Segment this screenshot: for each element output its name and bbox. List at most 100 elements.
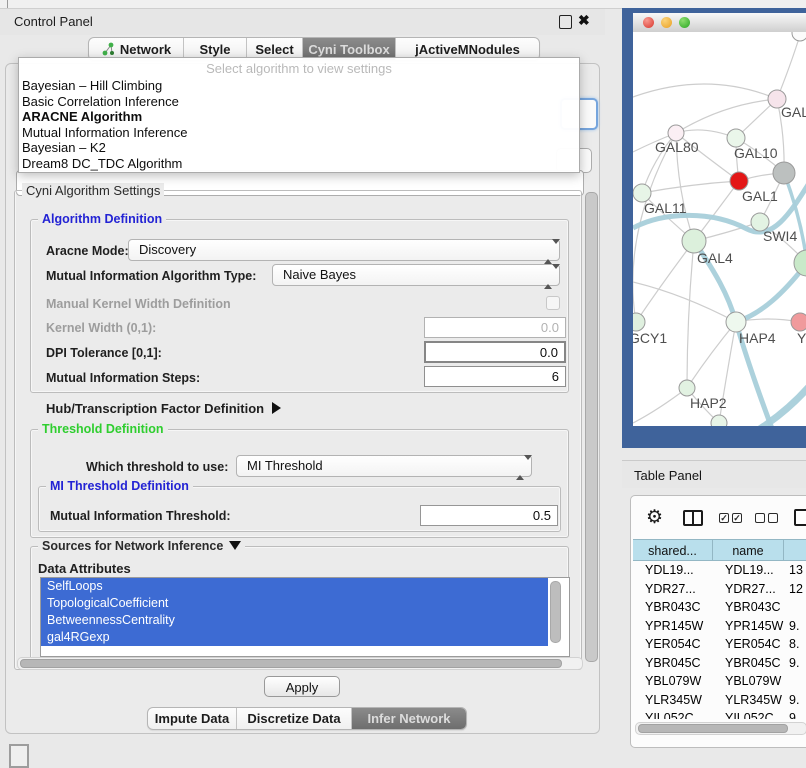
algorithm-dropdown-placeholder: Select algorithm to view settings [19,58,579,78]
control-panel-header: Control Panel ✖ [0,9,605,35]
table-cell [784,672,806,691]
panel-horizontal-scrollbar[interactable] [17,657,583,670]
close-traffic-light-icon[interactable] [643,17,654,28]
network-edge [633,84,777,99]
tab-discretize-data[interactable]: Discretize Data [237,708,352,729]
kernel-width-field[interactable]: 0.0 [424,317,566,338]
apply-button[interactable]: Apply [264,676,340,697]
control-panel: Control Panel ✖ NetworkStyleSelectCyni T… [0,9,605,762]
dpi-tolerance-label: DPI Tolerance [0,1]: [46,346,162,360]
table-cell: YBR043C [633,598,713,617]
network-view-window[interactable]: GALGAL80GAL10GAL1GAL11SWI4GAL4GCY1HAP4YH… [622,8,806,448]
hub-definition-toggle[interactable]: Hub/Transcription Factor Definition [46,401,281,416]
table-cell: YDL19... [713,561,784,580]
minimize-traffic-light-icon[interactable] [661,17,672,28]
float-window-icon[interactable] [559,15,572,29]
mi-threshold-field[interactable]: 0.5 [420,505,558,526]
settings-vertical-scrollbar[interactable] [585,192,598,662]
attribute-list-item[interactable]: BetweennessCentrality [41,612,548,629]
table-cell: 9. [784,617,806,636]
bottom-tabs: Impute DataDiscretize DataInfer Network [147,707,467,730]
deselect-checkboxes-icon[interactable] [755,513,765,523]
table-header-row: shared...name [633,539,806,561]
table-row[interactable]: YDR27...YDR27...12 [633,580,806,599]
network-node[interactable] [773,162,795,184]
which-threshold-combobox[interactable]: MI Threshold [236,455,532,477]
aracne-mode-combobox[interactable]: Discovery [128,239,560,261]
column-header[interactable] [784,539,806,561]
network-node[interactable] [711,415,727,426]
algorithm-option[interactable]: Bayesian – K2 [19,140,579,156]
algorithm-option[interactable]: Mutual Information Inference [19,125,579,141]
network-node-gcy1[interactable] [633,313,645,331]
split-columns-icon[interactable] [683,510,703,526]
attribute-list-item[interactable]: SelfLoops [41,578,548,595]
network-node[interactable] [792,32,806,41]
network-edge [633,388,687,423]
select-all-checkboxes-icon[interactable]: ✓ [732,513,742,523]
network-window-titlebar [633,13,806,33]
network-node[interactable] [794,250,806,276]
network-edge [736,263,806,322]
algorithm-definition-title: Algorithm Definition [38,212,166,226]
table-row[interactable]: YBR045CYBR045C9. [633,654,806,673]
manual-kernel-checkbox[interactable] [546,296,560,310]
mi-steps-label: Mutual Information Steps: [46,371,200,385]
mi-type-combobox[interactable]: Naive Bayes [272,264,560,286]
which-threshold-value: MI Threshold [247,458,323,473]
dpi-tolerance-field[interactable]: 0.0 [424,341,566,363]
table-row[interactable]: YPR145WYPR145W9. [633,617,806,636]
gear-icon[interactable]: ⚙ [646,508,663,527]
sources-title-text: Sources for Network Inference [42,539,223,553]
table-cell: YER054C [713,635,784,654]
table-row[interactable]: YER054CYER054C8. [633,635,806,654]
algorithm-option[interactable]: Basic Correlation Inference [19,94,579,110]
network-node-hap2[interactable] [679,380,695,396]
table-row[interactable]: YBL079WYBL079W [633,672,806,691]
algorithm-option[interactable]: Bayesian – Hill Climbing [19,78,579,94]
column-header[interactable]: shared... [633,539,713,561]
network-edge [687,322,736,388]
algorithm-option[interactable]: Dream8 DC_TDC Algorithm [19,156,579,172]
table-cell: YLR345W [713,691,784,710]
network-edge [687,241,694,388]
mi-steps-field[interactable]: 6 [424,366,566,387]
table-cell: YBR043C [713,598,784,617]
tab-impute-data[interactable]: Impute Data [148,708,237,729]
node-label: SWI4 [763,228,797,244]
table-cell: 9. [784,654,806,673]
table-cell [784,598,806,617]
document-icon[interactable] [794,509,806,526]
network-icon [101,42,115,56]
table-panel-card: ⚙ ✓ ✓ shared...name YDL19...YDL19...13YD… [630,495,806,748]
table-row[interactable]: YIL052CYIL052C9 [633,709,806,719]
deselect-checkboxes-icon[interactable] [768,513,778,523]
node-label: GCY1 [633,330,667,346]
network-node-y[interactable] [791,313,806,331]
network-node-hap4[interactable] [726,312,746,332]
table-horizontal-scrollbar[interactable] [635,722,806,735]
table-row[interactable]: YBR043CYBR043C [633,598,806,617]
table-cell: YBR045C [713,654,784,673]
table-row[interactable]: YDL19...YDL19...13 [633,561,806,580]
zoom-traffic-light-icon[interactable] [679,17,690,28]
sources-group-title[interactable]: Sources for Network Inference [38,539,245,553]
network-canvas[interactable]: GALGAL80GAL10GAL1GAL11SWI4GAL4GCY1HAP4YH… [633,32,806,426]
network-graph: GALGAL80GAL10GAL1GAL11SWI4GAL4GCY1HAP4YH… [633,32,806,426]
minimized-panel-icon[interactable] [9,744,29,768]
kernel-width-label: Kernel Width (0,1): [46,321,156,335]
column-header[interactable]: name [713,539,784,561]
algorithm-option[interactable]: ARACNE Algorithm [19,109,579,125]
close-icon[interactable]: ✖ [578,12,590,29]
tab-infer-network[interactable]: Infer Network [352,708,466,729]
node-label: GAL11 [644,200,687,216]
node-label: GAL80 [655,139,699,155]
list-vertical-scrollbar[interactable] [550,581,561,643]
select-all-checkboxes-icon[interactable]: ✓ [719,513,729,523]
table-cell: 8. [784,635,806,654]
data-attributes-list[interactable]: SelfLoopsTopologicalCoefficientBetweenne… [40,577,570,657]
table-row[interactable]: YLR345WYLR345W9. [633,691,806,710]
attribute-list-item[interactable]: TopologicalCoefficient [41,595,548,612]
attribute-list-item[interactable]: gal4RGexp [41,629,548,646]
node-label: Y [797,330,806,346]
